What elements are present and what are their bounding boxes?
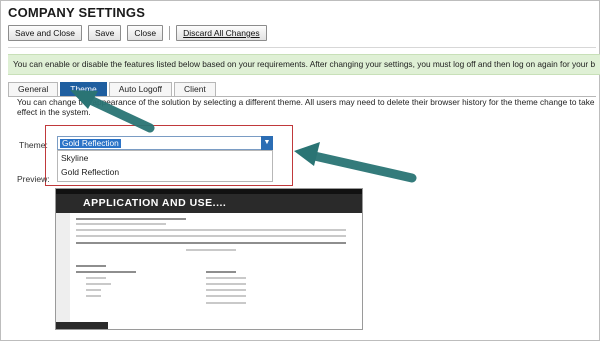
theme-select-value: Gold Reflection — [60, 138, 121, 148]
preview-topbar — [56, 189, 362, 194]
theme-description: You can change the appearance of the sol… — [17, 97, 595, 117]
preview-footer — [56, 322, 108, 329]
theme-preview-image: APPLICATION AND USE.... — [55, 188, 363, 330]
settings-tabs: General Theme Auto Logoff Client — [8, 82, 218, 96]
chevron-down-icon[interactable]: ▼ — [261, 136, 273, 150]
theme-option-skyline[interactable]: Skyline — [58, 151, 272, 165]
tab-auto-logoff[interactable]: Auto Logoff — [108, 82, 173, 96]
save-and-close-button[interactable]: Save and Close — [8, 25, 83, 41]
info-banner: You can enable or disable the features l… — [8, 54, 600, 75]
discard-all-changes-button[interactable]: Discard All Changes — [176, 25, 267, 41]
preview-sidebar — [56, 213, 70, 329]
preview-label: Preview: — [17, 174, 50, 184]
preview-title: APPLICATION AND USE.... — [83, 197, 227, 209]
divider — [8, 47, 596, 48]
theme-dropdown-list: Skyline Gold Reflection — [57, 150, 273, 182]
close-button[interactable]: Close — [127, 25, 164, 41]
theme-label: Theme: — [19, 140, 48, 150]
save-button[interactable]: Save — [88, 25, 122, 41]
tab-general[interactable]: General — [8, 82, 59, 96]
tab-theme[interactable]: Theme — [60, 82, 107, 96]
page-title: COMPANY SETTINGS — [8, 5, 146, 20]
theme-option-gold-reflection[interactable]: Gold Reflection — [58, 165, 272, 179]
toolbar-separator — [169, 26, 171, 40]
theme-select[interactable]: Gold Reflection ▼ — [57, 136, 273, 150]
toolbar: Save and Close Save Close Discard All Ch… — [8, 25, 273, 41]
tab-client[interactable]: Client — [174, 82, 216, 96]
